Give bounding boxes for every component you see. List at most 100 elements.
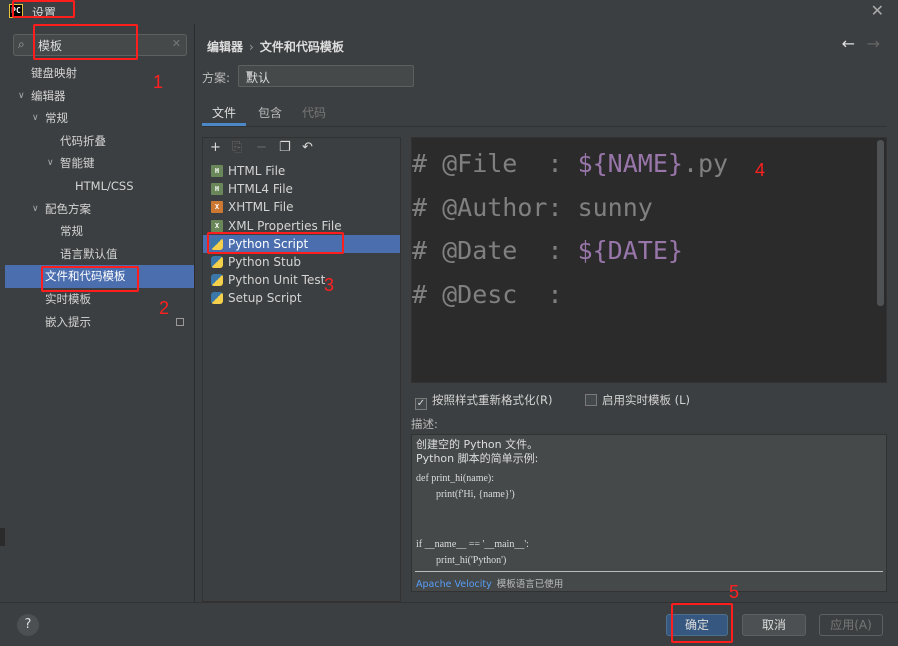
template-list: H HTML File H HTML4 File X XHTML File X XML …	[203, 162, 400, 308]
sidebar-item-label: 语言默认值	[60, 246, 118, 261]
list-item[interactable]: Python Stub	[203, 253, 400, 271]
add-child-icon[interactable]: ⎘	[232, 140, 242, 155]
template-code[interactable]: # @File : ${NAME}.py # @Author: sunny # @D…	[412, 142, 728, 316]
project-scope-icon	[176, 317, 184, 326]
back-arrow-icon[interactable]: ←	[842, 34, 855, 53]
app-logo-icon: PC	[9, 4, 23, 18]
clear-search-icon[interactable]: ✕	[172, 37, 181, 50]
description-divider	[415, 571, 883, 572]
sidebar-item-label: 常规	[60, 224, 83, 239]
sidebar-item-editor[interactable]: ∨ 编辑器	[5, 85, 194, 108]
python-file-icon	[211, 274, 223, 287]
sidebar-item-smart-keys[interactable]: ∨ 智能键	[5, 152, 194, 175]
sidebar-item-file-code-templates[interactable]: 文件和代码模板	[5, 265, 194, 288]
sidebar-item-keymap[interactable]: 键盘映射	[5, 62, 194, 85]
description-label: 描述:	[411, 417, 438, 431]
python-file-icon	[211, 237, 223, 250]
background-window-fragment	[0, 528, 5, 546]
list-item-label: Python Script	[228, 236, 309, 251]
sidebar-item-general[interactable]: ∨ 常规	[5, 107, 194, 130]
tab-includes[interactable]: 包含	[252, 102, 288, 126]
add-icon[interactable]: +	[210, 140, 221, 155]
code-line: # @Desc :	[412, 279, 563, 309]
apply-button[interactable]: 应用(A)	[819, 614, 883, 636]
tab-code[interactable]: 代码	[296, 102, 332, 126]
breadcrumb-separator: ›	[249, 40, 254, 54]
sidebar-item-color-general[interactable]: 常规	[5, 220, 194, 243]
code-line: # @Date : ${DATE}	[412, 236, 683, 265]
live-template-checkbox[interactable]: 启用实时模板 (L)	[585, 392, 690, 408]
scheme-dropdown[interactable]: 默认 ▼	[238, 65, 414, 87]
list-item-label: Setup Script	[228, 291, 302, 306]
chevron-down-icon[interactable]: ∨	[18, 85, 25, 108]
settings-search-input[interactable]	[38, 37, 168, 53]
sidebar-item-color-scheme[interactable]: ∨ 配色方案	[5, 198, 194, 221]
checkmark-icon[interactable]: ✓	[415, 398, 427, 410]
list-item[interactable]: H HTML File	[203, 162, 400, 180]
description-line: 创建空的 Python 文件。	[416, 438, 539, 451]
sidebar-item-label: 实时模板	[45, 291, 91, 306]
sidebar-item-label: 嵌入提示	[45, 314, 91, 329]
editor-scrollbar[interactable]	[877, 140, 884, 306]
settings-tree: 键盘映射 ∨ 编辑器 ∨ 常规 代码折叠 ∨ 智能键 HTML/CSS ∨ 配色方案 常…	[5, 62, 194, 333]
list-item-label: XHTML File	[228, 200, 294, 215]
sidebar-item-label: 编辑器	[31, 88, 66, 103]
list-item[interactable]: H HTML4 File	[203, 180, 400, 198]
list-item[interactable]: Python Unit Test	[203, 271, 400, 289]
reformat-checkbox[interactable]: ✓ 按照样式重新格式化(R)	[415, 392, 552, 410]
remove-icon[interactable]: −	[256, 140, 267, 155]
breadcrumb-parent[interactable]: 编辑器	[207, 40, 243, 54]
checkbox-empty-icon[interactable]	[585, 394, 597, 406]
sidebar-item-language-defaults[interactable]: 语言默认值	[5, 243, 194, 266]
window-title: 设置	[32, 6, 57, 20]
title-bar: PC 设置 ✕	[0, 0, 898, 24]
annotation-number: 1	[153, 72, 164, 92]
list-item-label: Python Stub	[228, 254, 301, 269]
sidebar-item-label: 智能键	[60, 156, 95, 171]
sidebar-item-label: 配色方案	[45, 201, 91, 216]
sidebar-item-html-css[interactable]: HTML/CSS	[5, 175, 194, 198]
list-item-label: XML Properties File	[228, 218, 342, 233]
xml-file-icon: X	[211, 219, 223, 232]
list-item[interactable]: Python Script	[203, 234, 400, 253]
python-file-icon	[211, 255, 223, 268]
code-line: # @File : ${NAME}.py	[412, 149, 729, 178]
forward-arrow-icon[interactable]: →	[867, 34, 880, 53]
close-icon[interactable]: ✕	[871, 2, 884, 20]
code-line: # @Author: sunny	[412, 192, 653, 222]
python-file-icon	[211, 292, 223, 305]
copy-icon[interactable]: ❐	[279, 140, 291, 155]
sidebar-item-code-folding[interactable]: 代码折叠	[5, 130, 194, 153]
html-file-icon: H	[211, 165, 223, 177]
chevron-down-icon[interactable]: ∨	[47, 152, 54, 175]
tab-files[interactable]: 文件	[202, 102, 246, 126]
description-footer: Apache Velocity 模板语言已使用	[416, 576, 563, 590]
description-text: 创建空的 Python 文件。 Python 脚本的简单示例:	[416, 438, 538, 466]
sidebar-item-label: 键盘映射	[31, 66, 77, 80]
annotation-number: 4	[755, 160, 766, 180]
html-file-icon: H	[211, 183, 223, 196]
list-item-label: HTML4 File	[228, 182, 293, 197]
description-code-sample: def print_hi(name): print(f'Hi, {name}')…	[416, 473, 529, 567]
reset-icon[interactable]: ↶	[302, 140, 313, 155]
list-item[interactable]: X XML Properties File	[203, 217, 400, 235]
velocity-link[interactable]: Apache Velocity	[416, 579, 492, 590]
tabs-underline	[202, 126, 887, 127]
settings-search-field[interactable]: ⌕ ✕	[13, 34, 187, 56]
sidebar-item-label: 代码折叠	[60, 133, 106, 148]
cancel-button[interactable]: 取消	[742, 614, 806, 636]
description-line: Python 脚本的简单示例:	[416, 452, 539, 465]
description-panel: 创建空的 Python 文件。 Python 脚本的简单示例: def print…	[411, 434, 887, 592]
chevron-down-icon[interactable]: ∨	[32, 198, 39, 221]
list-item-label: HTML File	[228, 164, 286, 178]
list-item[interactable]: X XHTML File	[203, 198, 400, 216]
reformat-label: 按照样式重新格式化(R)	[432, 393, 553, 407]
list-item[interactable]: Setup Script	[203, 289, 400, 307]
dialog-footer: ? 确定 取消 应用(A)	[0, 602, 898, 646]
chevron-down-icon[interactable]: ∨	[32, 107, 39, 130]
help-button[interactable]: ?	[17, 614, 39, 636]
main-panel: 编辑器 › 文件和代码模板 ← → 方案: 默认 ▼ 文件 包含 代码 + ⎘ − …	[195, 24, 898, 602]
ok-button[interactable]: 确定	[666, 614, 728, 636]
template-editor[interactable]: # @File : ${NAME}.py # @Author: sunny # @D…	[411, 137, 887, 383]
breadcrumb-current: 文件和代码模板	[259, 40, 344, 54]
